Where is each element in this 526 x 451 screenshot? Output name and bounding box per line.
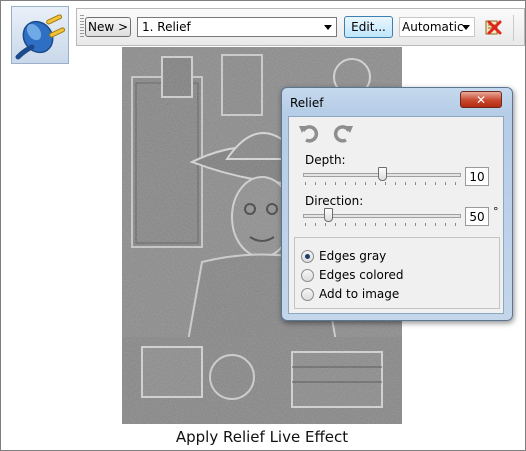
direction-value-field[interactable]: 50 — [465, 207, 489, 226]
redo-icon[interactable] — [332, 122, 354, 144]
dialog-title: Relief — [290, 96, 324, 110]
radio-button[interactable] — [301, 268, 314, 282]
direction-slider-ticks — [305, 223, 459, 226]
effect-stack-select[interactable]: 1. Relief — [137, 17, 337, 37]
depth-slider[interactable] — [303, 167, 461, 187]
direction-unit: ° — [493, 205, 499, 218]
resolution-select-value: Automatic — [402, 20, 464, 34]
close-button[interactable]: ✕ — [460, 91, 502, 108]
depth-slider-thumb[interactable] — [377, 167, 387, 181]
delete-effect-icon[interactable] — [484, 18, 502, 36]
direction-slider-thumb[interactable] — [323, 208, 333, 222]
effect-stack-select-value: 1. Relief — [142, 20, 191, 34]
radio-edges-gray[interactable]: Edges gray — [301, 248, 386, 264]
radio-edges-colored[interactable]: Edges colored — [301, 267, 404, 283]
undo-icon[interactable] — [298, 122, 320, 144]
radio-add-to-image[interactable]: Add to image — [301, 286, 399, 302]
radio-label: Edges gray — [319, 249, 387, 263]
radio-button[interactable] — [301, 287, 314, 301]
edit-effect-button[interactable]: Edit... — [344, 16, 393, 38]
depth-label: Depth: — [305, 153, 346, 167]
resolution-select[interactable]: Automatic — [399, 17, 475, 37]
radio-button[interactable] — [301, 249, 314, 263]
live-effects-toolbar: New > 1. Relief Edit... Automatic — [76, 8, 525, 46]
chevron-down-icon — [324, 25, 332, 30]
depth-slider-ticks — [305, 182, 459, 185]
radio-label: Add to image — [319, 287, 400, 301]
direction-label: Direction: — [305, 194, 364, 208]
depth-value-field[interactable]: 10 — [465, 167, 489, 186]
direction-slider[interactable] — [303, 208, 461, 228]
close-icon: ✕ — [475, 92, 487, 107]
plug-icon — [11, 6, 69, 64]
chevron-down-icon — [462, 25, 470, 30]
dialog-body: Depth: 10 Direction: 50 ° Edges gray Edg… — [288, 116, 504, 314]
figure-caption: Apply Relief Live Effect — [175, 428, 349, 446]
toolbar-grip[interactable] — [80, 15, 84, 39]
edge-options-group: Edges gray Edges colored Add to image — [294, 237, 500, 309]
toolbar-separator — [513, 15, 523, 41]
radio-label: Edges colored — [319, 268, 404, 282]
relief-dialog: Relief ✕ Depth: 10 Direction: 50 ° Edges… — [281, 87, 513, 321]
new-effect-button[interactable]: New > — [85, 17, 131, 37]
